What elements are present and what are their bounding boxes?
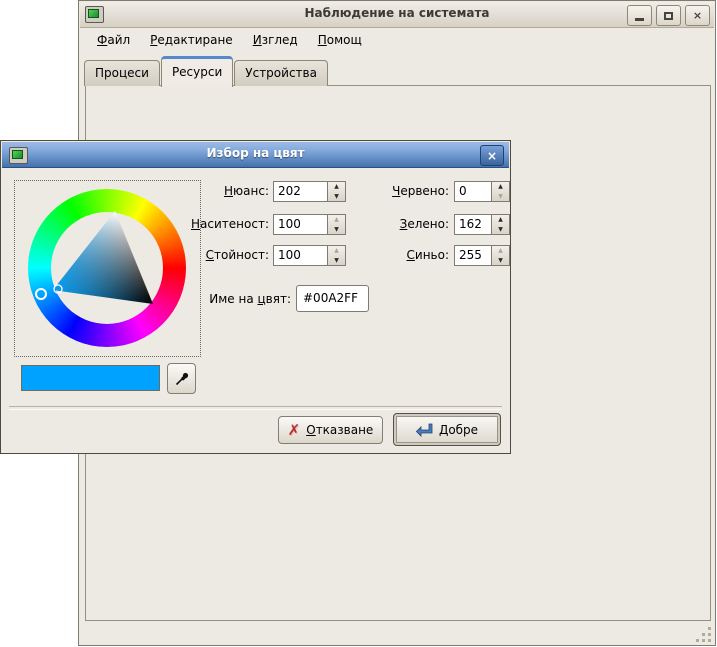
eyedropper-button[interactable] bbox=[167, 363, 196, 394]
tab-resources[interactable]: Ресурси bbox=[161, 56, 233, 87]
blue-input[interactable]: 255 bbox=[454, 245, 492, 266]
color-wheel-frame bbox=[14, 180, 201, 357]
spin-up-icon: ▲ bbox=[492, 182, 509, 192]
dialog-close-button[interactable]: × bbox=[480, 145, 504, 166]
dialog-separator bbox=[9, 406, 502, 410]
red-input[interactable]: 0 bbox=[454, 181, 492, 202]
value-label: Стойност: bbox=[21, 248, 269, 262]
screen: Наблюдение на системата × Файл Редактира… bbox=[0, 0, 717, 647]
saturation-label: Наситеност: bbox=[21, 217, 269, 231]
red-label: Червено: bbox=[301, 184, 449, 198]
menu-edit[interactable]: Редактиране bbox=[144, 31, 239, 49]
cancel-x-icon: ✗ bbox=[288, 423, 301, 438]
hsv-triangle[interactable] bbox=[28, 189, 186, 347]
blue-label: Синьо: bbox=[301, 248, 449, 262]
spin-up-icon: ▲ bbox=[492, 246, 509, 256]
dialog-title: Избор на цвят bbox=[2, 146, 509, 160]
hue-ring[interactable] bbox=[28, 189, 186, 347]
green-spinner[interactable]: ▲▼ bbox=[492, 214, 510, 235]
close-icon: × bbox=[693, 9, 702, 22]
menubar: Файл Редактиране Изглед Помощ bbox=[85, 28, 713, 52]
color-preview-swatch bbox=[21, 365, 160, 391]
color-name-input[interactable]: #00A2FF bbox=[296, 285, 369, 312]
minimize-button[interactable] bbox=[627, 5, 652, 26]
maximize-button[interactable] bbox=[656, 5, 681, 26]
color-picker-dialog: Избор на цвят × bbox=[0, 140, 511, 454]
maximize-icon bbox=[664, 12, 673, 20]
spin-down-icon: ▼ bbox=[492, 192, 509, 202]
tab-processes[interactable]: Процеси bbox=[84, 60, 160, 86]
window-title: Наблюдение на системата bbox=[80, 6, 714, 20]
resize-grip[interactable] bbox=[693, 626, 713, 644]
blue-spinner[interactable]: ▲▼ bbox=[492, 245, 510, 266]
spin-up-icon: ▲ bbox=[492, 215, 509, 225]
tab-bar: Процеси Ресурси Устройства bbox=[84, 53, 329, 86]
green-input[interactable]: 162 bbox=[454, 214, 492, 235]
menu-help[interactable]: Помощ bbox=[312, 31, 368, 49]
dialog-titlebar[interactable]: Избор на цвят × bbox=[2, 142, 509, 168]
close-button[interactable]: × bbox=[685, 5, 710, 26]
close-icon: × bbox=[487, 149, 497, 163]
spin-down-icon: ▼ bbox=[492, 225, 509, 235]
color-name-label: Име на цвят: bbox=[21, 292, 291, 306]
window-titlebar[interactable]: Наблюдение на системата × bbox=[80, 2, 714, 28]
ok-enter-icon bbox=[416, 423, 433, 437]
tab-devices[interactable]: Устройства bbox=[234, 60, 328, 86]
hue-label: Нюанс: bbox=[21, 184, 269, 198]
cancel-button[interactable]: ✗ Отказване bbox=[278, 416, 383, 444]
spin-down-icon: ▼ bbox=[492, 256, 509, 266]
menu-view[interactable]: Изглед bbox=[247, 31, 304, 49]
minimize-icon bbox=[635, 18, 644, 21]
eyedropper-icon bbox=[174, 371, 190, 387]
menu-file[interactable]: Файл bbox=[91, 31, 136, 49]
window-controls: × bbox=[627, 5, 710, 26]
ok-button[interactable]: Добре bbox=[393, 413, 501, 446]
red-spinner[interactable]: ▲▼ bbox=[492, 181, 510, 202]
green-label: Зелено: bbox=[301, 217, 449, 231]
